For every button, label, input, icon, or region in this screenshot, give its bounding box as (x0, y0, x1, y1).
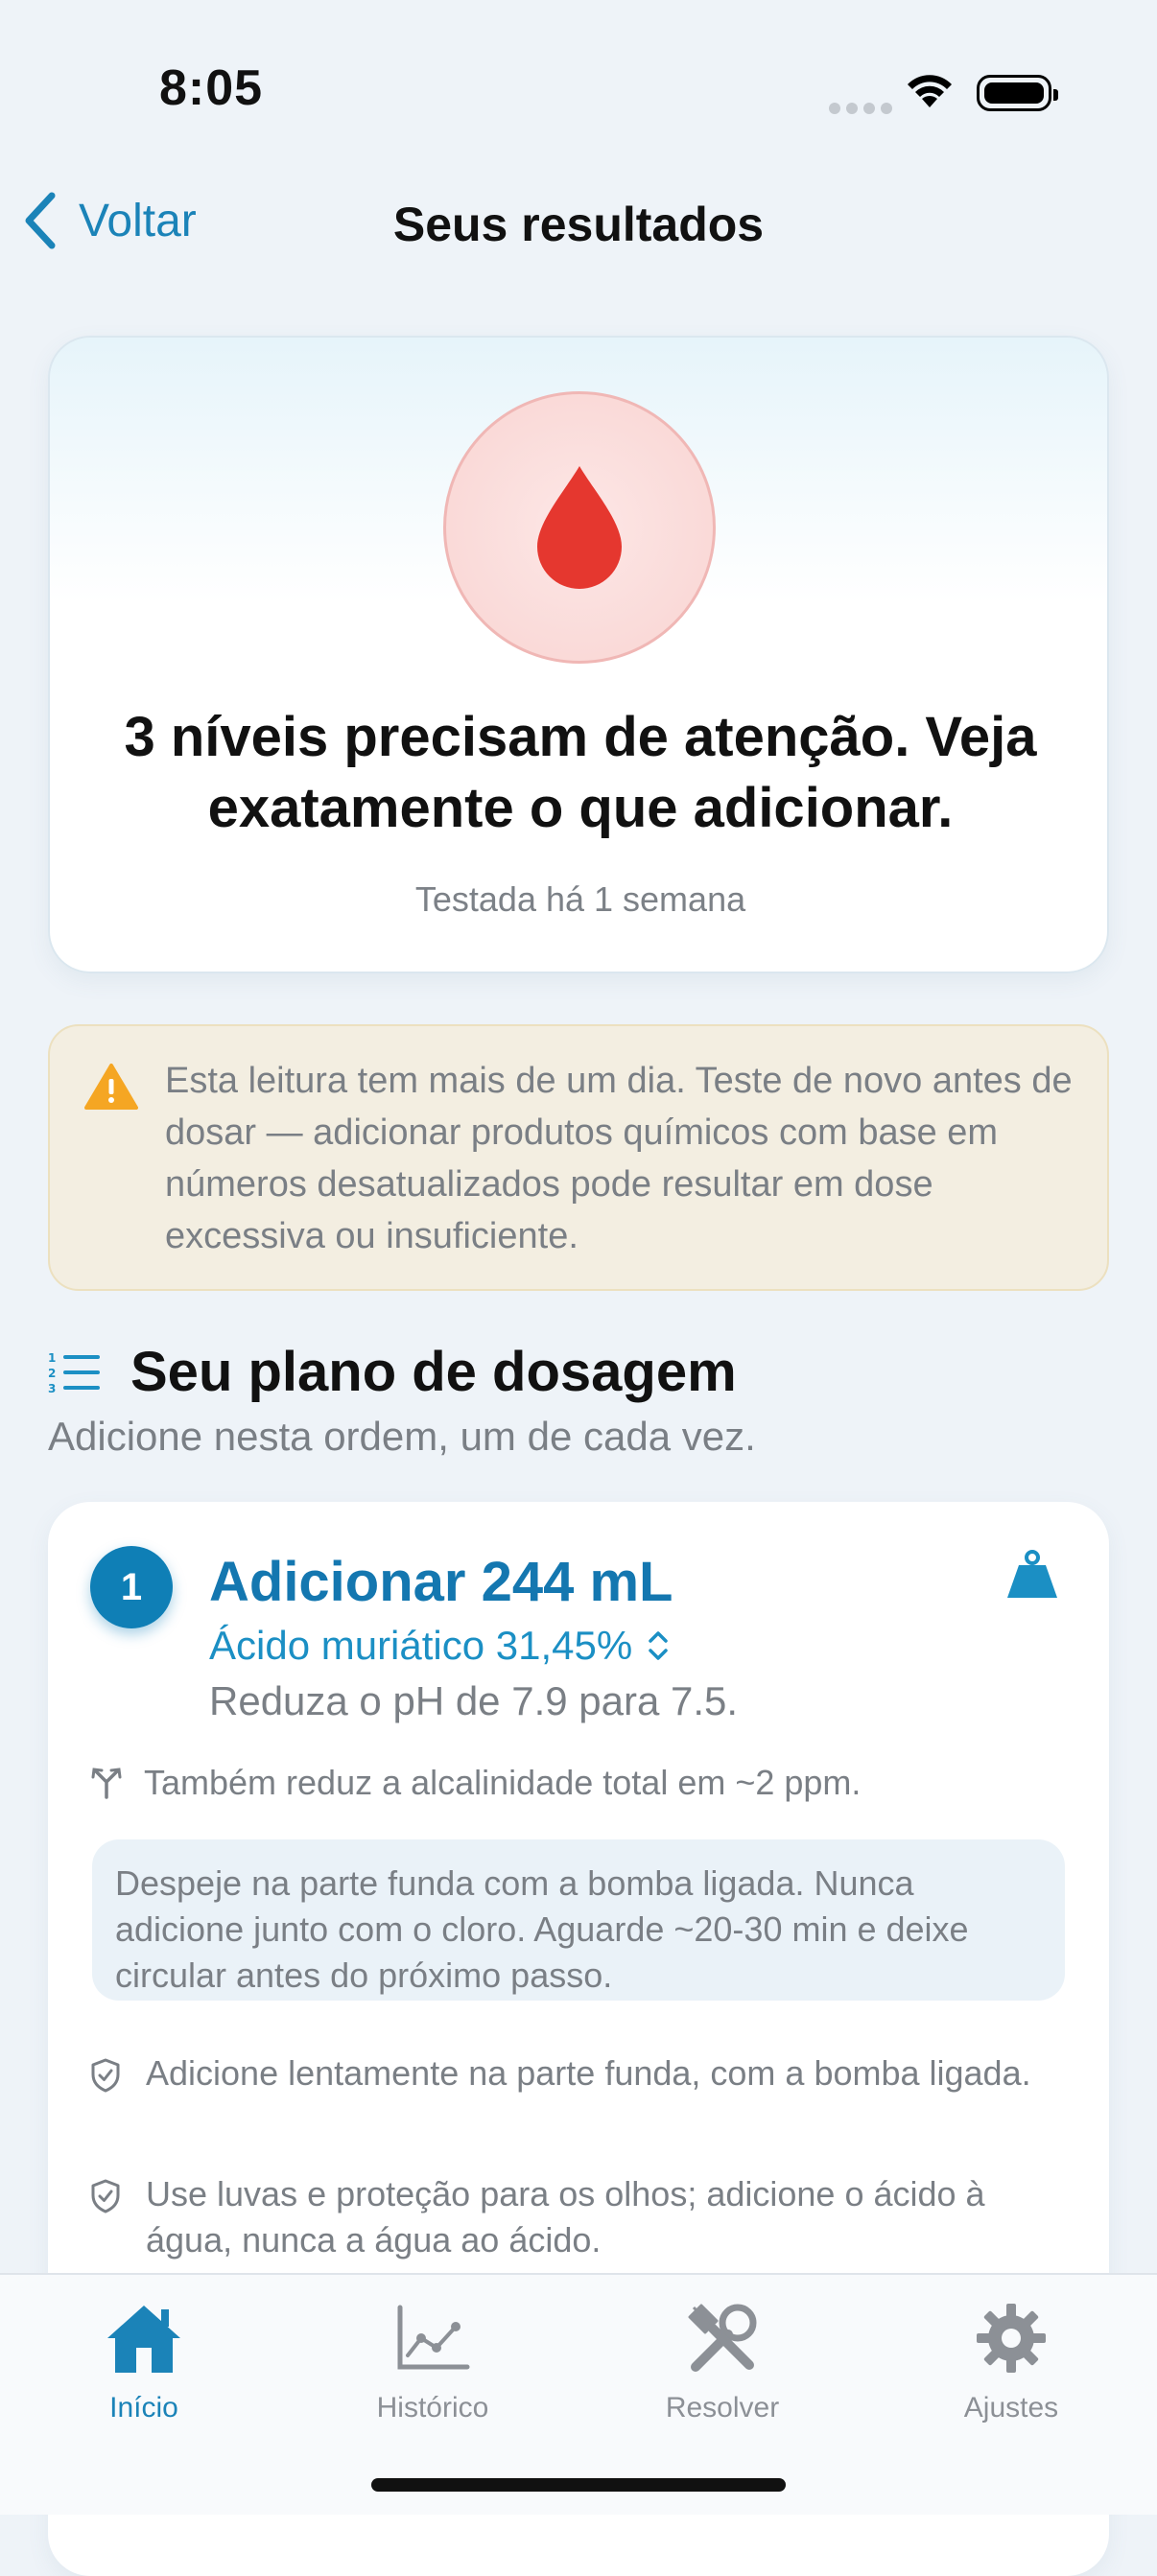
back-label: Voltar (79, 195, 197, 246)
drop-badge (443, 391, 716, 664)
water-drop-icon (537, 466, 622, 589)
wifi-icon (906, 71, 954, 114)
safety-tip-text: Adicione lentamente na parte funda, com … (146, 2053, 1031, 2093)
step-number-badge: 1 (90, 1546, 173, 1628)
tab-label: Histórico (376, 2392, 489, 2424)
summary-card: 3 níveis precisam de atenção. Veja exata… (48, 336, 1109, 973)
safety-tip: Adicione lentamente na parte funda, com … (90, 2050, 1050, 2096)
side-effect-text: Também reduz a alcalinidade total em ~2 … (144, 1763, 862, 1802)
side-effect-row: Também reduz a alcalinidade total em ~2 … (90, 1763, 861, 1803)
step-instructions: Despeje na parte funda com a bomba ligad… (92, 1839, 1065, 2001)
dosing-plan-subtitle: Adicione nesta ordem, um de cada vez. (48, 1414, 756, 1459)
tab-label: Início (109, 2392, 178, 2424)
chevron-up-down-icon (649, 1631, 668, 1660)
shield-check-icon (91, 2179, 120, 2213)
tab-label: Ajustes (963, 2392, 1059, 2424)
dosing-plan-title: Seu plano de dosagem (130, 1341, 737, 1403)
svg-text:2: 2 (48, 1367, 56, 1380)
tab-settings[interactable]: Ajustes (906, 2292, 1117, 2424)
tab-history[interactable]: Histórico (327, 2292, 538, 2424)
safety-tip: Use luvas e proteção para os olhos; adic… (90, 2171, 1050, 2263)
chart-icon (397, 2305, 470, 2370)
chevron-left-icon (25, 192, 56, 249)
tab-resolve[interactable]: Resolver (617, 2292, 828, 2424)
chemical-name: Ácido muriático 31,45% (209, 1623, 633, 1668)
home-indicator (371, 2478, 786, 2492)
chemical-selector[interactable]: Ácido muriático 31,45% (209, 1623, 669, 1669)
summary-title: 3 níveis precisam de atenção. Veja exata… (124, 706, 1037, 839)
tab-home[interactable]: Início (38, 2292, 249, 2424)
battery-icon (977, 75, 1058, 111)
numbered-list-icon: 1 2 3 (48, 1350, 102, 1399)
stale-reading-warning: Esta leitura tem mais de um dia. Teste d… (48, 1024, 1109, 1291)
safety-tip-text: Use luvas e proteção para os olhos; adic… (146, 2174, 985, 2260)
ph-target: Reduza o pH de 7.9 para 7.5. (209, 1678, 739, 1723)
tools-icon (688, 2304, 757, 2372)
back-button[interactable]: Voltar (23, 192, 197, 249)
tab-label: Resolver (665, 2392, 780, 2424)
warning-text: Esta leitura tem mais de um dia. Teste d… (165, 1061, 1073, 1256)
branch-arrows-icon (91, 1768, 122, 1799)
cellular-signal-icon (829, 102, 898, 119)
gear-icon (977, 2304, 1046, 2373)
svg-text:1: 1 (48, 1351, 56, 1365)
status-time: 8:05 (159, 60, 264, 116)
svg-text:3: 3 (48, 1382, 56, 1394)
step-amount: Adicionar 244 mL (209, 1551, 673, 1613)
weight-icon[interactable] (1005, 1550, 1059, 1604)
warning-icon (84, 1063, 138, 1115)
house-icon (107, 2306, 180, 2373)
shield-check-icon (91, 2058, 120, 2093)
tested-time: Testada há 1 semana (414, 879, 746, 919)
